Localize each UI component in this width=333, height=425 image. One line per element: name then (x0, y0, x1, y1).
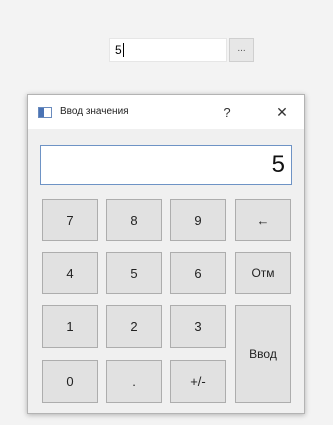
close-icon[interactable]: ✕ (271, 101, 293, 123)
dialog-title: Ввод значения (60, 106, 129, 117)
help-button[interactable]: ? (216, 101, 238, 123)
key-8[interactable]: 8 (106, 199, 162, 241)
text-caret (122, 43, 124, 57)
input-dialog: Ввод значения ? ✕ 5 7 8 9 ← 4 5 6 Отм 1 … (27, 94, 305, 414)
window-icon (38, 107, 52, 118)
key-7[interactable]: 7 (42, 199, 98, 241)
value-input[interactable]: 5 (109, 38, 227, 62)
decimal-point-button[interactable]: . (106, 360, 162, 403)
key-0[interactable]: 0 (42, 360, 98, 403)
enter-button[interactable]: Ввод (235, 305, 291, 403)
key-1[interactable]: 1 (42, 305, 98, 348)
key-6[interactable]: 6 (170, 252, 226, 294)
ellipsis-button[interactable]: ... (229, 38, 254, 62)
cancel-button[interactable]: Отм (235, 252, 291, 294)
plus-minus-button[interactable]: +/- (170, 360, 226, 403)
key-9[interactable]: 9 (170, 199, 226, 241)
value-input-text: 5 (115, 43, 122, 57)
dialog-titlebar: Ввод значения ? ✕ (28, 95, 304, 129)
key-2[interactable]: 2 (106, 305, 162, 348)
key-3[interactable]: 3 (170, 305, 226, 348)
value-display[interactable]: 5 (40, 145, 292, 185)
key-5[interactable]: 5 (106, 252, 162, 294)
key-4[interactable]: 4 (42, 252, 98, 294)
backspace-button[interactable]: ← (235, 199, 291, 241)
